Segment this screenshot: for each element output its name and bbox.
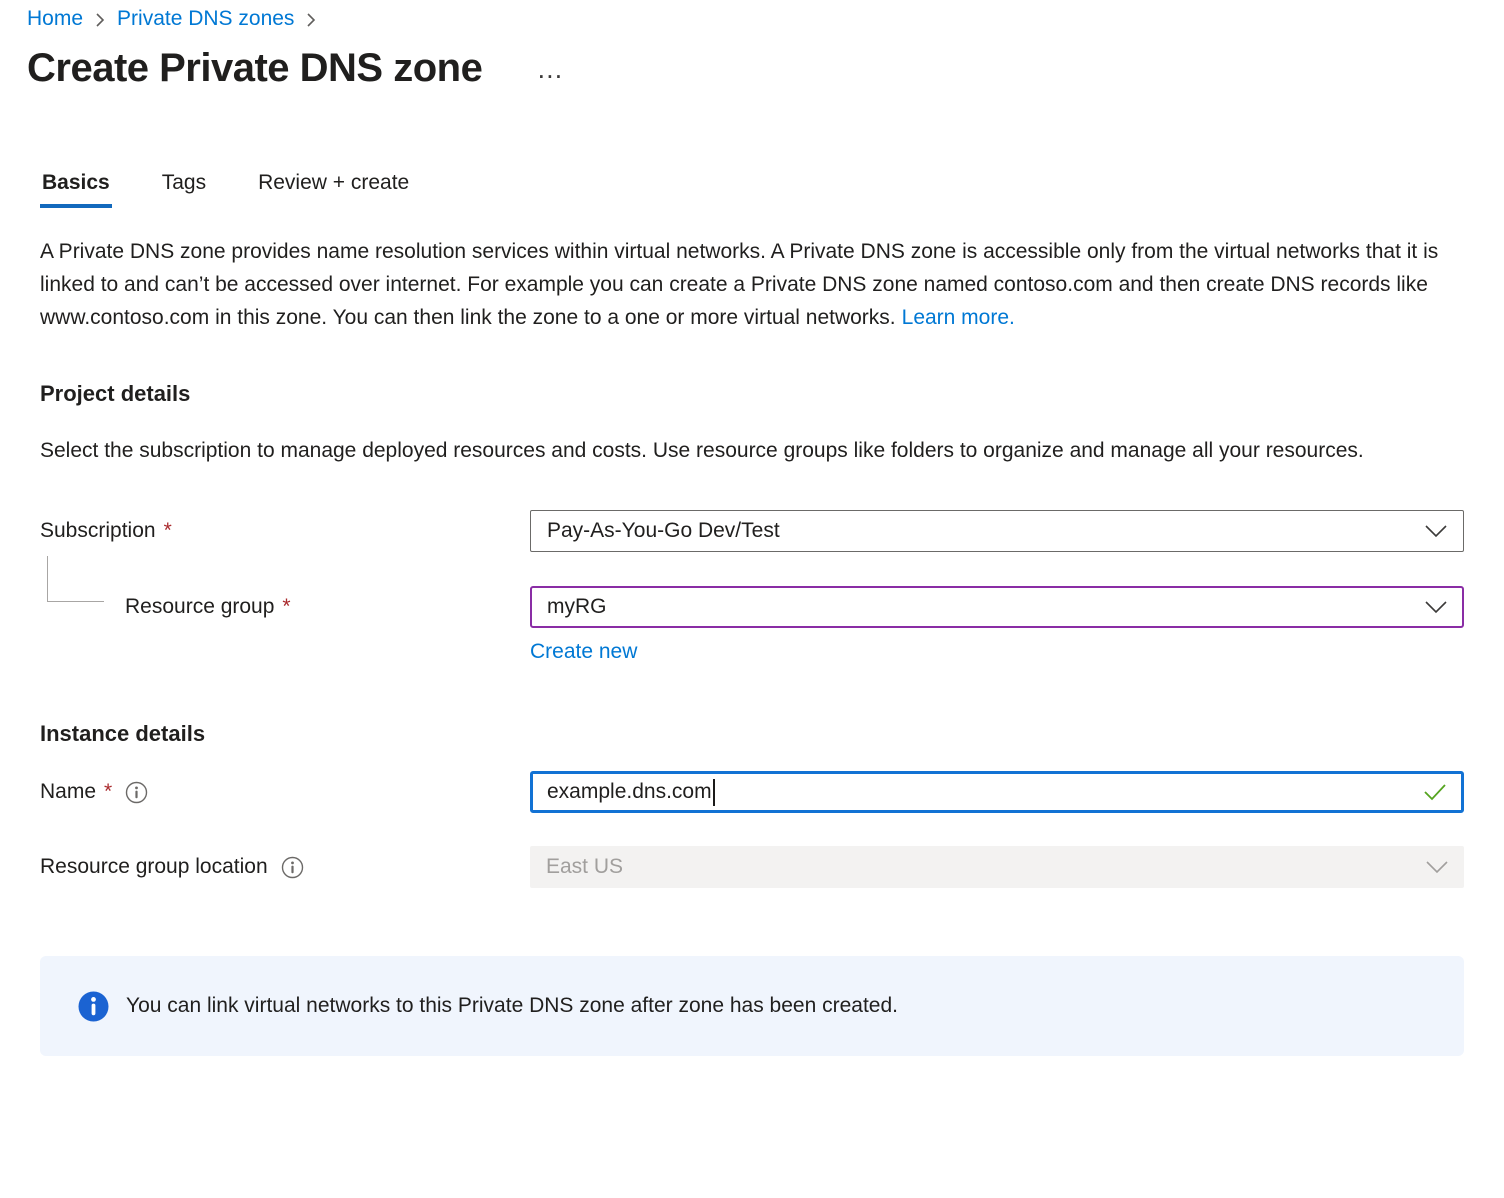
chevron-down-icon [1425,525,1447,538]
resource-group-location-row: Resource group location East US [40,846,1464,888]
page-title: Create Private DNS zone [27,46,482,91]
tab-tags[interactable]: Tags [160,171,208,208]
resource-group-dropdown[interactable]: myRG [530,586,1464,628]
required-asterisk: * [282,595,290,619]
info-banner: You can link virtual networks to this Pr… [40,956,1464,1056]
create-new-link[interactable]: Create new [530,640,637,664]
info-icon[interactable] [125,781,148,804]
chevron-right-icon [95,12,105,28]
hierarchy-connector-line [47,556,104,602]
subscription-value: Pay-As-You-Go Dev/Test [547,519,1413,543]
learn-more-link[interactable]: Learn more. [902,306,1015,329]
tab-basics[interactable]: Basics [40,171,112,208]
chevron-right-icon [306,12,316,28]
resource-group-location-dropdown: East US [530,846,1464,888]
subscription-label: Subscription * [40,510,530,543]
project-details-description: Select the subscription to manage deploy… [40,434,1464,468]
intro-text: A Private DNS zone provides name resolut… [40,240,1438,329]
resource-group-label: Resource group * [40,586,530,619]
required-asterisk: * [104,780,112,804]
breadcrumb-link-home[interactable]: Home [27,7,83,31]
instance-details-heading: Instance details [40,721,1464,747]
info-filled-icon [78,991,109,1022]
tab-review-create[interactable]: Review + create [256,171,411,208]
instance-details-form: Name * example.dns.com [40,771,1464,888]
project-details-form: Subscription * Pay-As-You-Go Dev/Test Re… [40,510,1464,664]
info-banner-text: You can link virtual networks to this Pr… [126,994,898,1018]
intro-paragraph: A Private DNS zone provides name resolut… [40,235,1464,334]
chevron-down-icon [1425,601,1447,614]
info-icon[interactable] [281,856,304,879]
resource-group-location-value: East US [546,855,1414,879]
breadcrumb: Home Private DNS zones [0,0,1504,31]
subscription-dropdown[interactable]: Pay-As-You-Go Dev/Test [530,510,1464,552]
required-asterisk: * [164,519,172,543]
resource-group-location-label: Resource group location [40,846,530,879]
text-cursor [713,779,715,806]
chevron-down-icon [1426,861,1448,874]
resource-group-value: myRG [547,595,1413,619]
name-row: Name * example.dns.com [40,771,1464,813]
breadcrumb-link-private-dns-zones[interactable]: Private DNS zones [117,7,294,31]
subscription-row: Subscription * Pay-As-You-Go Dev/Test [40,510,1464,552]
tab-bar: Basics Tags Review + create [40,171,1464,208]
name-input[interactable]: example.dns.com [530,771,1464,813]
more-options-button[interactable]: … [536,56,564,83]
page-header: Create Private DNS zone … [27,46,1504,91]
name-input-value: example.dns.com [547,780,712,804]
valid-check-icon [1423,783,1447,802]
resource-group-row: Resource group * myRG Create new [40,586,1464,664]
name-label: Name * [40,771,530,804]
project-details-heading: Project details [40,381,1464,407]
